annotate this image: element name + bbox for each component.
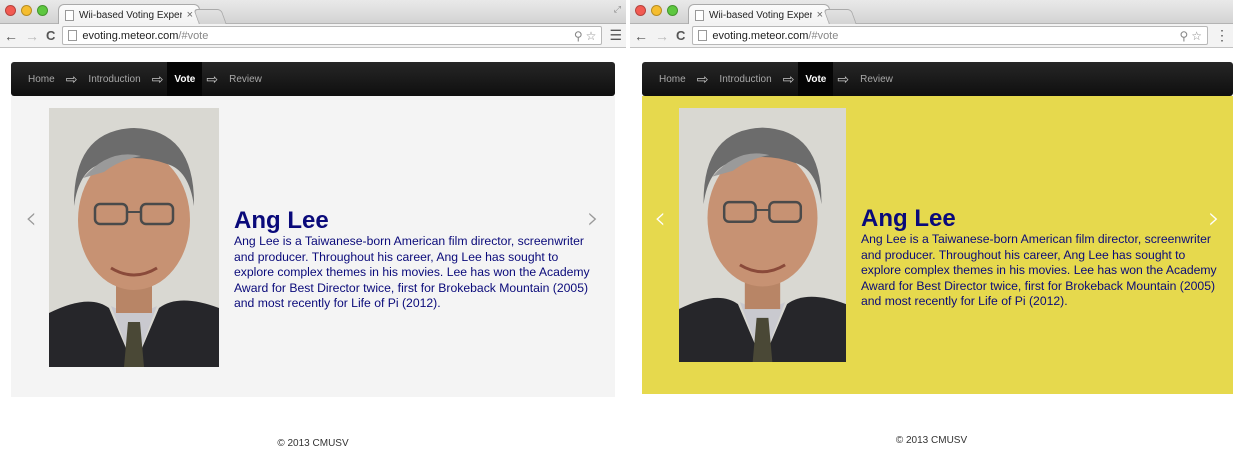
nav-item-review[interactable]: Review [222,62,269,96]
nav-item-review[interactable]: Review [853,62,900,96]
footer-copyright: © 2013 CMUSV [277,438,349,449]
url-text[interactable]: evoting.meteor.com/#vote [712,30,1174,42]
url-text[interactable]: evoting.meteor.com/#vote [82,30,568,42]
search-icon[interactable]: ⚲ [1179,29,1188,43]
fullscreen-icon[interactable]: ⤢ [614,4,621,15]
page-viewport: Home ⇨ Introduction ⇨ Vote ⇨ Review ‹ An… [630,48,1233,453]
tab-strip: Wii-based Voting Experien × [630,0,1233,25]
nav-item-vote[interactable]: Vote [798,62,834,96]
back-button[interactable]: ← [634,29,648,43]
tab-title: Wii-based Voting Experien [709,9,812,21]
address-bar[interactable]: evoting.meteor.com/#vote ⚲ ☆ [62,26,603,45]
slide-caption: Ang Lee Ang Lee is a Taiwanese-born Amer… [861,205,1223,310]
footer-copyright: © 2013 CMUSV [895,435,968,446]
window-controls [635,5,678,16]
browser-tab[interactable]: Wii-based Voting Experien × [58,4,200,25]
candidate-name: Ang Lee [234,207,329,234]
carousel-prev-button[interactable]: ‹ [25,201,37,236]
back-button[interactable]: ← [4,29,18,43]
page-icon [698,30,708,41]
portrait-image [49,108,219,367]
arrow-icon: ⇨ [151,70,164,87]
carousel: ‹ Ang Lee Ang Lee is a Taiwanese-born Am… [11,96,615,397]
window-controls [5,5,48,16]
carousel: ‹ Ang Lee Ang Lee is a Taiwanese-born Am… [642,96,1233,394]
navbar: Home ⇨ Introduction ⇨ Vote ⇨ Review [11,62,615,96]
arrow-icon: ⇨ [206,70,219,87]
browser-toolbar: ← → C evoting.meteor.com/#vote ⚲ ☆ ⋮ [630,24,1233,48]
bookmark-star-icon[interactable]: ☆ [1191,29,1202,43]
carousel-prev-button[interactable]: ‹ [654,201,666,236]
new-tab-button[interactable] [823,9,857,24]
navbar: Home ⇨ Introduction ⇨ Vote ⇨ Review [642,62,1233,96]
arrow-icon: ⇨ [65,70,78,87]
candidate-name: Ang Lee [861,205,956,232]
address-bar[interactable]: evoting.meteor.com/#vote ⚲ ☆ [692,26,1208,45]
page-icon [68,30,78,41]
browser-tab[interactable]: Wii-based Voting Experien × [688,4,830,25]
arrow-icon: ⇨ [837,70,850,87]
menu-icon[interactable]: ☰ [609,27,622,44]
slide-caption: Ang Lee Ang Lee is a Taiwanese-born Amer… [234,207,599,312]
forward-button[interactable]: → [25,29,39,43]
tab-close-icon[interactable]: × [817,9,823,21]
page-icon [65,9,74,21]
carousel-next-button[interactable]: › [1208,201,1220,236]
forward-button[interactable]: → [655,29,669,43]
browser-window-left: Wii-based Voting Experien × ⤢ ← → C evot… [0,0,626,453]
nav-item-vote[interactable]: Vote [167,62,203,96]
nav-item-home[interactable]: Home [652,62,693,96]
arrow-icon: ⇨ [782,70,795,87]
candidate-bio: Ang Lee is a Taiwanese-born American fil… [234,234,590,310]
reload-button[interactable]: C [676,28,685,43]
page-viewport: Home ⇨ Introduction ⇨ Vote ⇨ Review ‹ An… [0,48,626,453]
arrow-icon: ⇨ [696,70,709,87]
candidate-photo [679,108,846,362]
zoom-window-button[interactable] [37,5,48,16]
zoom-window-button[interactable] [667,5,678,16]
bookmark-star-icon[interactable]: ☆ [586,29,597,43]
new-tab-button[interactable] [193,9,227,24]
reload-button[interactable]: C [46,28,55,43]
nav-item-home[interactable]: Home [21,62,62,96]
nav-item-introduction[interactable]: Introduction [712,62,778,96]
nav-item-introduction[interactable]: Introduction [81,62,147,96]
close-window-button[interactable] [635,5,646,16]
tab-close-icon[interactable]: × [187,9,193,21]
minimize-window-button[interactable] [651,5,662,16]
close-window-button[interactable] [5,5,16,16]
tab-strip: Wii-based Voting Experien × ⤢ [0,0,626,25]
portrait-image [679,108,846,362]
browser-window-right: Wii-based Voting Experien × ← → C evotin… [630,0,1233,453]
minimize-window-button[interactable] [21,5,32,16]
search-icon[interactable]: ⚲ [574,29,583,43]
page-icon [695,9,704,21]
browser-toolbar: ← → C evoting.meteor.com/#vote ⚲ ☆ ☰ [0,24,626,48]
candidate-bio: Ang Lee is a Taiwanese-born American fil… [861,232,1217,308]
carousel-next-button[interactable]: › [587,201,599,236]
menu-icon[interactable]: ⋮ [1215,27,1229,44]
candidate-photo [49,108,219,367]
tab-title: Wii-based Voting Experien [79,9,182,21]
